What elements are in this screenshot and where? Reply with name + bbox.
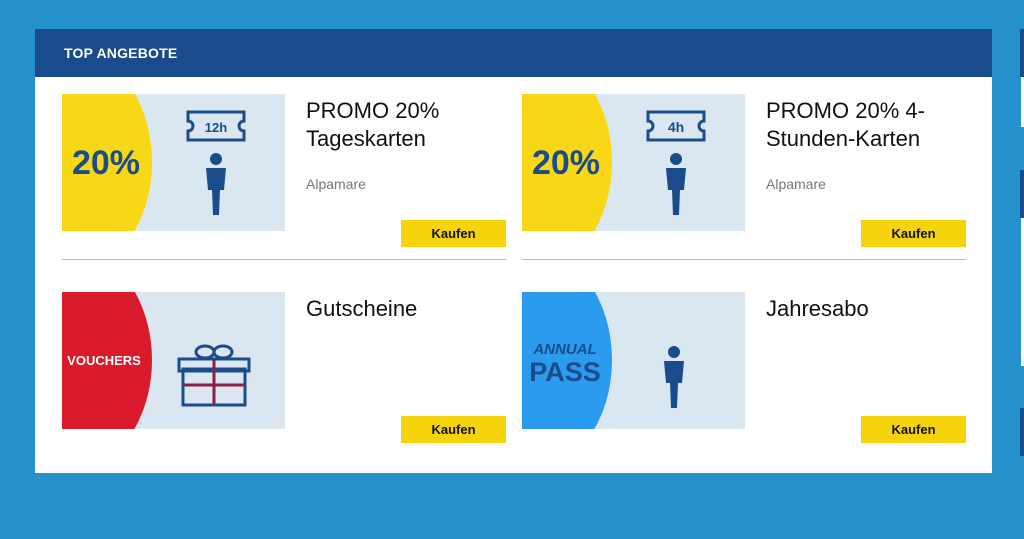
promo-badge-text: 20% bbox=[532, 144, 600, 182]
buy-button[interactable]: Kaufen bbox=[401, 416, 506, 443]
row-divider-left bbox=[62, 259, 506, 260]
offer-thumbnail[interactable]: VOUCHERS bbox=[62, 292, 285, 429]
buy-button[interactable]: Kaufen bbox=[861, 220, 966, 247]
offer-thumbnail[interactable]: 20% 4h bbox=[522, 94, 745, 231]
offer-subtitle: Alpamare bbox=[306, 176, 366, 192]
offer-card-4-stunden[interactable]: 20% 4h PROMO 20% 4-Stunden-Karten Alpama… bbox=[522, 94, 966, 264]
offer-thumbnail[interactable]: ANNUAL PASS bbox=[522, 292, 745, 429]
offer-card-gutscheine[interactable]: VOUCHERS Gutscheine Kaufen bbox=[62, 292, 506, 462]
buy-button[interactable]: Kaufen bbox=[861, 416, 966, 443]
pass-badge-text-line2: PASS bbox=[529, 357, 601, 387]
top-offers-panel: TOP ANGEBOTE 20% 12h PROMO 20% Tageskart… bbox=[35, 29, 992, 473]
offer-card-tageskarten[interactable]: 20% 12h PROMO 20% Tageskarten Alpamare K… bbox=[62, 94, 506, 264]
promo-badge-text: 20% bbox=[72, 144, 140, 182]
right-edge-block-2 bbox=[1020, 170, 1024, 218]
ticket-label: 4h bbox=[668, 119, 684, 135]
offer-title[interactable]: PROMO 20% 4-Stunden-Karten bbox=[766, 97, 966, 153]
right-edge-block-1 bbox=[1020, 29, 1024, 77]
panel-header: TOP ANGEBOTE bbox=[35, 29, 992, 77]
ticket-label: 12h bbox=[205, 120, 227, 135]
buy-button[interactable]: Kaufen bbox=[401, 220, 506, 247]
row-divider-right bbox=[522, 259, 966, 260]
right-edge-block-3 bbox=[1020, 408, 1024, 456]
voucher-badge-text: VOUCHERS bbox=[67, 353, 141, 368]
offer-title[interactable]: Gutscheine bbox=[306, 295, 506, 323]
offer-card-jahresabo[interactable]: ANNUAL PASS Jahresabo Kaufen bbox=[522, 292, 966, 462]
offer-thumbnail[interactable]: 20% 12h bbox=[62, 94, 285, 231]
offer-title[interactable]: Jahresabo bbox=[766, 295, 966, 323]
offer-title[interactable]: PROMO 20% Tageskarten bbox=[306, 97, 506, 153]
offer-subtitle: Alpamare bbox=[766, 176, 826, 192]
pass-badge-text-line1: ANNUAL bbox=[532, 341, 596, 358]
